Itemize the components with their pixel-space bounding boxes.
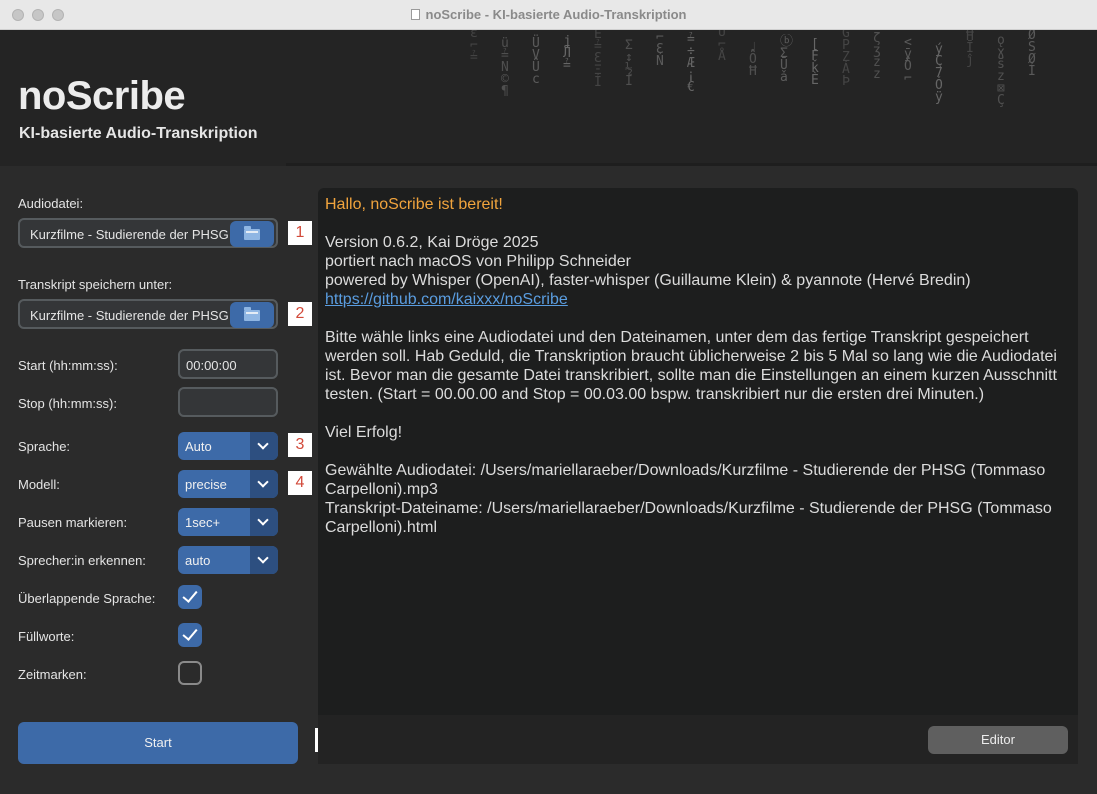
model-select[interactable]: precise <box>178 470 278 498</box>
glyph-column: [ F ǩ È <box>811 37 819 88</box>
audio-file-browse-button[interactable] <box>230 221 274 247</box>
transcript-name-line: Transkript-Dateiname: /Users/mariellarae… <box>325 500 1052 536</box>
audio-file-field[interactable]: Kurzfilme - Studierende der PHSG (Tommas… <box>18 218 278 248</box>
window-titlebar: noScribe - KI-basierte Audio-Transkripti… <box>0 0 1097 30</box>
speaker-value: auto <box>185 553 211 568</box>
glyph-column: G P Z Á Þ <box>842 30 850 89</box>
transcript-file-browse-button[interactable] <box>230 302 274 328</box>
chevron-down-icon[interactable] <box>250 432 278 460</box>
log-panel[interactable]: Hallo, noScribe ist bereit! Version 0.6.… <box>318 188 1078 715</box>
success-line: Viel Erfolg! <box>325 424 403 441</box>
pauses-value: 1sec+ <box>185 515 221 530</box>
instructions-text: Bitte wähle links eine Audiodatei und de… <box>325 329 1057 403</box>
glyph-column: Ε ≟ Ɛ Ξ Í <box>594 30 602 90</box>
glyph-column: < ȳ Ö ⌐ <box>904 35 912 86</box>
chevron-down-icon[interactable] <box>250 508 278 536</box>
model-value: precise <box>185 477 227 492</box>
stop-time-input[interactable] <box>178 387 278 417</box>
glyph-column: ≟ ÷ Æ ¡ € <box>687 32 695 95</box>
pauses-label: Pausen markieren: <box>18 515 128 530</box>
transcript-file-field[interactable]: Kurzfilme - Studierende der PHSG (Tommas… <box>18 299 278 329</box>
start-time-value: 00:00:00 <box>186 358 237 373</box>
glyph-column: U ⌐ Å <box>718 30 726 64</box>
overlap-label: Überlappende Sprache: <box>18 591 156 606</box>
annotation-2: 2 <box>288 302 312 326</box>
speaker-label: Sprecher:in erkennen: <box>18 553 146 568</box>
glyph-column: Ħ Ī ĵ <box>966 30 974 68</box>
pauses-select[interactable]: 1sec+ <box>178 508 278 536</box>
ported-line: portiert nach macOS von Philipp Schneide… <box>325 253 631 270</box>
folder-icon <box>244 226 260 240</box>
folder-icon <box>244 307 260 321</box>
ready-message: Hallo, noScribe ist bereit! <box>325 196 503 213</box>
github-link[interactable]: https://github.com/kaixxx/noScribe <box>325 290 1070 309</box>
editor-button[interactable]: Editor <box>928 726 1068 754</box>
start-button[interactable]: Start <box>18 722 298 764</box>
glyph-column: ý Ç 7 Ó ÿ <box>935 42 943 105</box>
header-glyph-decoration: ɛ ⌐ ≟ ǖ ≟ N © ¶ " Ü V Ü c ʝ Л ≟ Ε ≟ Ɛ Ξ Í Σ ↕… <box>460 30 1097 166</box>
powered-line: powered by Whisper (OpenAI), faster-whis… <box>325 272 971 289</box>
language-value: Auto <box>185 439 212 454</box>
header-divider <box>286 163 1097 166</box>
glyph-column: ʝ Л ≟ <box>563 34 571 73</box>
glyph-column: ♩ Ö Ħ <box>749 40 757 79</box>
speaker-select[interactable]: auto <box>178 546 278 574</box>
window-title-wrap: noScribe - KI-basierte Audio-Transkripti… <box>0 7 1097 22</box>
overlap-checkbox[interactable] <box>178 585 202 609</box>
stop-time-label: Stop (hh:mm:ss): <box>18 396 117 411</box>
glyph-column: " Ü V Ü c <box>532 30 540 87</box>
annotation-4: 4 <box>288 471 312 495</box>
start-time-label: Start (hh:mm:ss): <box>18 358 118 373</box>
chevron-down-icon[interactable] <box>250 546 278 574</box>
audio-file-label: Audiodatei: <box>18 196 84 211</box>
glyph-column: ζ ʒ z z <box>873 31 881 82</box>
annotation-1: 1 <box>288 221 312 245</box>
glyph-column: Ø S Ø Í <box>1028 30 1036 79</box>
glyph-column: ǫ ɣ s z ⊠ Ç <box>997 33 1005 108</box>
timestamps-label: Zeitmarken: <box>18 667 87 682</box>
glyph-column: ǖ ≟ N © ¶ <box>501 36 509 99</box>
start-time-input[interactable]: 00:00:00 <box>178 349 278 379</box>
chevron-down-icon[interactable] <box>250 470 278 498</box>
annotation-3: 3 <box>288 433 312 457</box>
glyph-column: Σ ↕ ½ Í <box>625 38 633 89</box>
app-header: ɛ ⌐ ≟ ǖ ≟ N © ¶ " Ü V Ü c ʝ Л ≟ Ε ≟ Ɛ Ξ Í Σ ↕… <box>0 30 1097 166</box>
glyph-column: ɛ ⌐ ≟ <box>470 30 478 65</box>
model-label: Modell: <box>18 477 60 492</box>
glyph-column: ⌐ Ɛ Ń <box>656 30 664 69</box>
document-icon <box>410 9 420 20</box>
language-label: Sprache: <box>18 439 71 454</box>
window-title: noScribe - KI-basierte Audio-Transkripti… <box>425 7 687 22</box>
app-subtitle: KI-basierte Audio-Transkription <box>19 125 258 142</box>
log-text: Hallo, noScribe ist bereit! Version 0.6.… <box>325 195 1070 537</box>
version-line: Version 0.6.2, Kai Dröge 2025 <box>325 234 539 251</box>
fillers-checkbox[interactable] <box>178 623 202 647</box>
language-select[interactable]: Auto <box>178 432 278 460</box>
transcript-file-label: Transkript speichern unter: <box>18 277 173 292</box>
timestamps-checkbox[interactable] <box>178 661 202 685</box>
app-title: noScribe <box>18 74 186 118</box>
selected-audio-line: Gewählte Audiodatei: /Users/mariellaraeb… <box>325 462 1046 498</box>
fillers-label: Füllworte: <box>18 629 75 644</box>
glyph-column: ⓑ Σ Ū ǎ <box>780 34 794 85</box>
